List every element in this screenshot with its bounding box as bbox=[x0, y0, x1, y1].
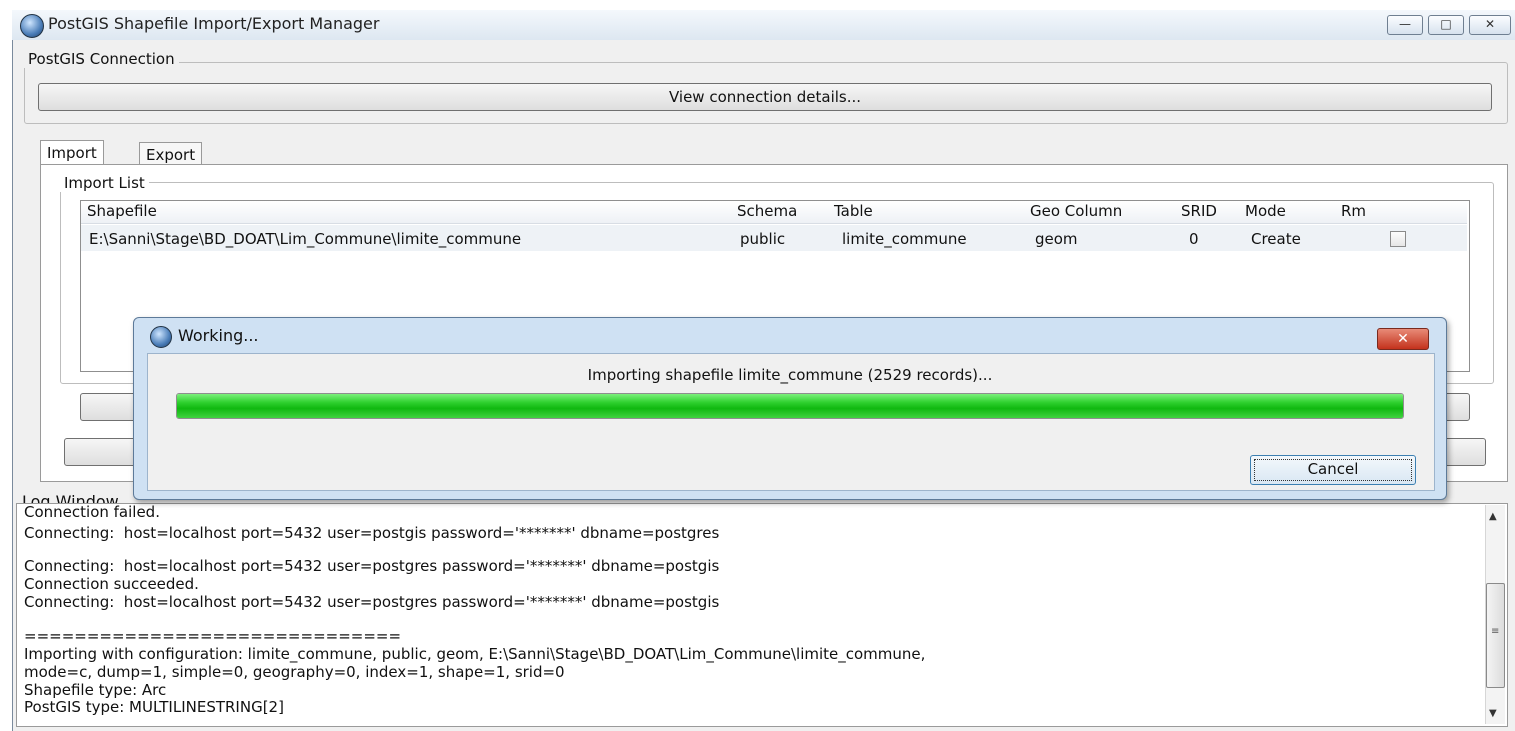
cell-srid[interactable]: 0 bbox=[1189, 230, 1199, 248]
log-line: mode=c, dump=1, simple=0, geography=0, i… bbox=[24, 663, 565, 681]
log-line: Connecting: host=localhost port=5432 use… bbox=[24, 557, 720, 575]
cell-mode[interactable]: Create bbox=[1251, 230, 1301, 248]
window-title: PostGIS Shapefile Import/Export Manager bbox=[48, 14, 380, 33]
log-line: Connection failed. bbox=[24, 503, 160, 521]
dialog-close-button[interactable]: ✕ bbox=[1377, 328, 1429, 350]
log-line: PostGIS type: MULTILINESTRING[2] bbox=[24, 698, 284, 716]
log-line: Shapefile type: Arc bbox=[24, 681, 167, 699]
col-header-srid[interactable]: SRID bbox=[1181, 202, 1217, 220]
cell-table[interactable]: limite_commune bbox=[842, 230, 967, 248]
postgis-globe-icon bbox=[20, 14, 44, 38]
col-header-rm[interactable]: Rm bbox=[1341, 202, 1366, 220]
view-connection-details-button[interactable]: View connection details... bbox=[38, 83, 1492, 111]
scroll-down-icon[interactable]: ▼ bbox=[1489, 708, 1497, 719]
focus-ring bbox=[1254, 459, 1412, 481]
tab-import[interactable]: Import bbox=[40, 140, 104, 167]
progress-bar-fill bbox=[177, 394, 1403, 418]
close-button[interactable]: ✕ bbox=[1469, 15, 1511, 35]
cell-geo-column[interactable]: geom bbox=[1035, 230, 1078, 248]
import-list-title: Import List bbox=[60, 174, 149, 192]
connection-group-title: PostGIS Connection bbox=[24, 50, 179, 68]
col-header-table[interactable]: Table bbox=[834, 202, 873, 220]
rm-checkbox[interactable] bbox=[1390, 231, 1406, 247]
cell-shapefile[interactable]: E:\Sanni\Stage\BD_DOAT\Lim_Commune\limit… bbox=[89, 230, 521, 248]
log-line: Connecting: host=localhost port=5432 use… bbox=[24, 593, 720, 611]
col-header-geo-column[interactable]: Geo Column bbox=[1030, 202, 1122, 220]
dialog-title: Working... bbox=[178, 326, 259, 345]
progress-bar bbox=[176, 393, 1404, 419]
minimize-button[interactable]: — bbox=[1387, 15, 1423, 35]
log-line: ============================== bbox=[24, 627, 402, 645]
log-line: Connection succeeded. bbox=[24, 575, 199, 593]
postgis-globe-icon bbox=[150, 326, 172, 348]
col-header-mode[interactable]: Mode bbox=[1245, 202, 1286, 220]
cell-schema[interactable]: public bbox=[740, 230, 785, 248]
scroll-grip-icon: ≡ bbox=[1491, 626, 1500, 637]
cancel-button[interactable]: Cancel bbox=[1250, 455, 1416, 485]
log-line: Connecting: host=localhost port=5432 use… bbox=[24, 524, 720, 542]
col-header-schema[interactable]: Schema bbox=[737, 202, 797, 220]
col-header-shapefile[interactable]: Shapefile bbox=[87, 202, 157, 220]
log-line: Importing with configuration: limite_com… bbox=[24, 645, 926, 663]
progress-message: Importing shapefile limite_commune (2529… bbox=[587, 366, 993, 384]
scroll-up-icon[interactable]: ▲ bbox=[1489, 511, 1497, 522]
maximize-button[interactable]: □ bbox=[1428, 15, 1464, 35]
